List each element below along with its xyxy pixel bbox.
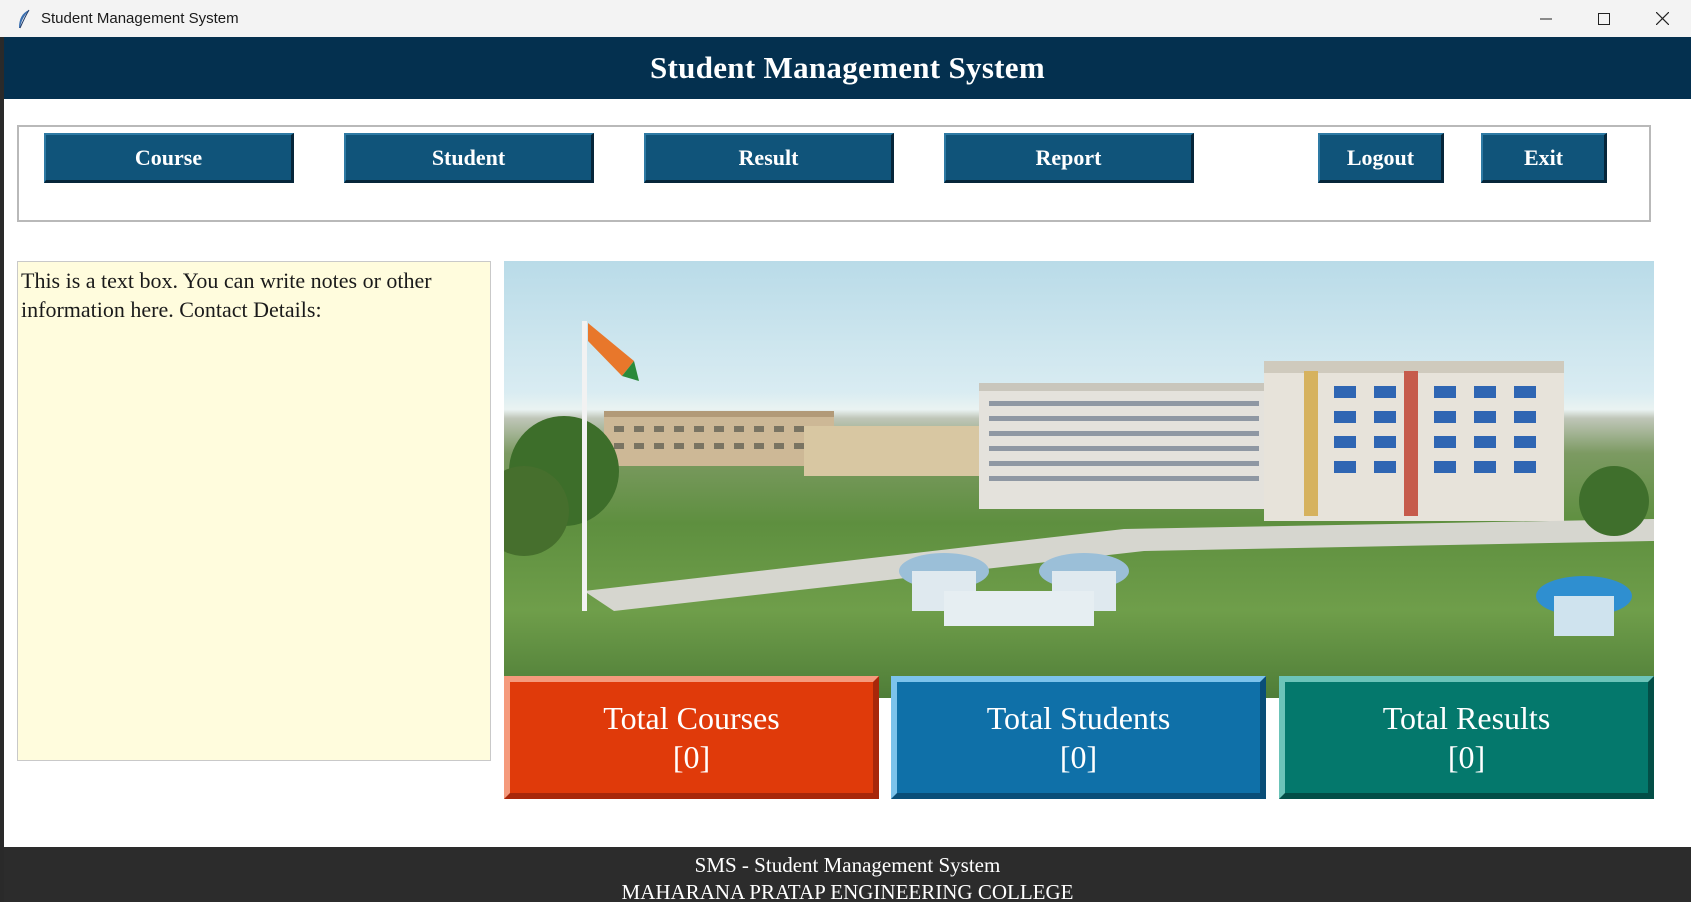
total-courses-label: Total Courses bbox=[603, 699, 780, 736]
exit-button[interactable]: Exit bbox=[1481, 133, 1607, 183]
window-title: Student Management System bbox=[41, 10, 239, 27]
minimize-icon[interactable] bbox=[1517, 0, 1575, 37]
result-button[interactable]: Result bbox=[644, 133, 894, 183]
footer: SMS - Student Management System MAHARANA… bbox=[4, 847, 1691, 902]
window-border bbox=[0, 37, 4, 902]
window-controls bbox=[1517, 0, 1691, 37]
feather-icon bbox=[19, 9, 30, 28]
footer-line-2: MAHARANA PRATAP ENGINEERING COLLEGE bbox=[621, 880, 1074, 902]
campus-illustration bbox=[504, 321, 1654, 636]
total-courses-card: Total Courses [0] bbox=[504, 676, 879, 799]
app-header: Student Management System bbox=[4, 37, 1691, 99]
notes-text: This is a text box. You can write notes … bbox=[21, 268, 432, 322]
page-title: Student Management System bbox=[650, 50, 1045, 85]
report-button[interactable]: Report bbox=[944, 133, 1194, 183]
maximize-icon[interactable] bbox=[1575, 0, 1633, 37]
student-button[interactable]: Student bbox=[344, 133, 594, 183]
total-results-label: Total Results bbox=[1382, 699, 1551, 736]
total-students-label: Total Students bbox=[986, 699, 1171, 736]
total-students-value: [0] bbox=[1059, 738, 1098, 775]
total-students-card: Total Students [0] bbox=[891, 676, 1266, 799]
close-icon[interactable] bbox=[1633, 0, 1691, 37]
total-results-value: [0] bbox=[1447, 738, 1486, 775]
campus-image bbox=[504, 261, 1654, 698]
notes-textbox[interactable]: This is a text box. You can write notes … bbox=[17, 261, 491, 761]
course-button[interactable]: Course bbox=[44, 133, 294, 183]
total-results-card: Total Results [0] bbox=[1279, 676, 1654, 799]
footer-line-1: SMS - Student Management System bbox=[694, 853, 1001, 877]
logout-button[interactable]: Logout bbox=[1318, 133, 1444, 183]
total-courses-value: [0] bbox=[672, 738, 711, 775]
window-titlebar: Student Management System bbox=[0, 0, 1691, 37]
